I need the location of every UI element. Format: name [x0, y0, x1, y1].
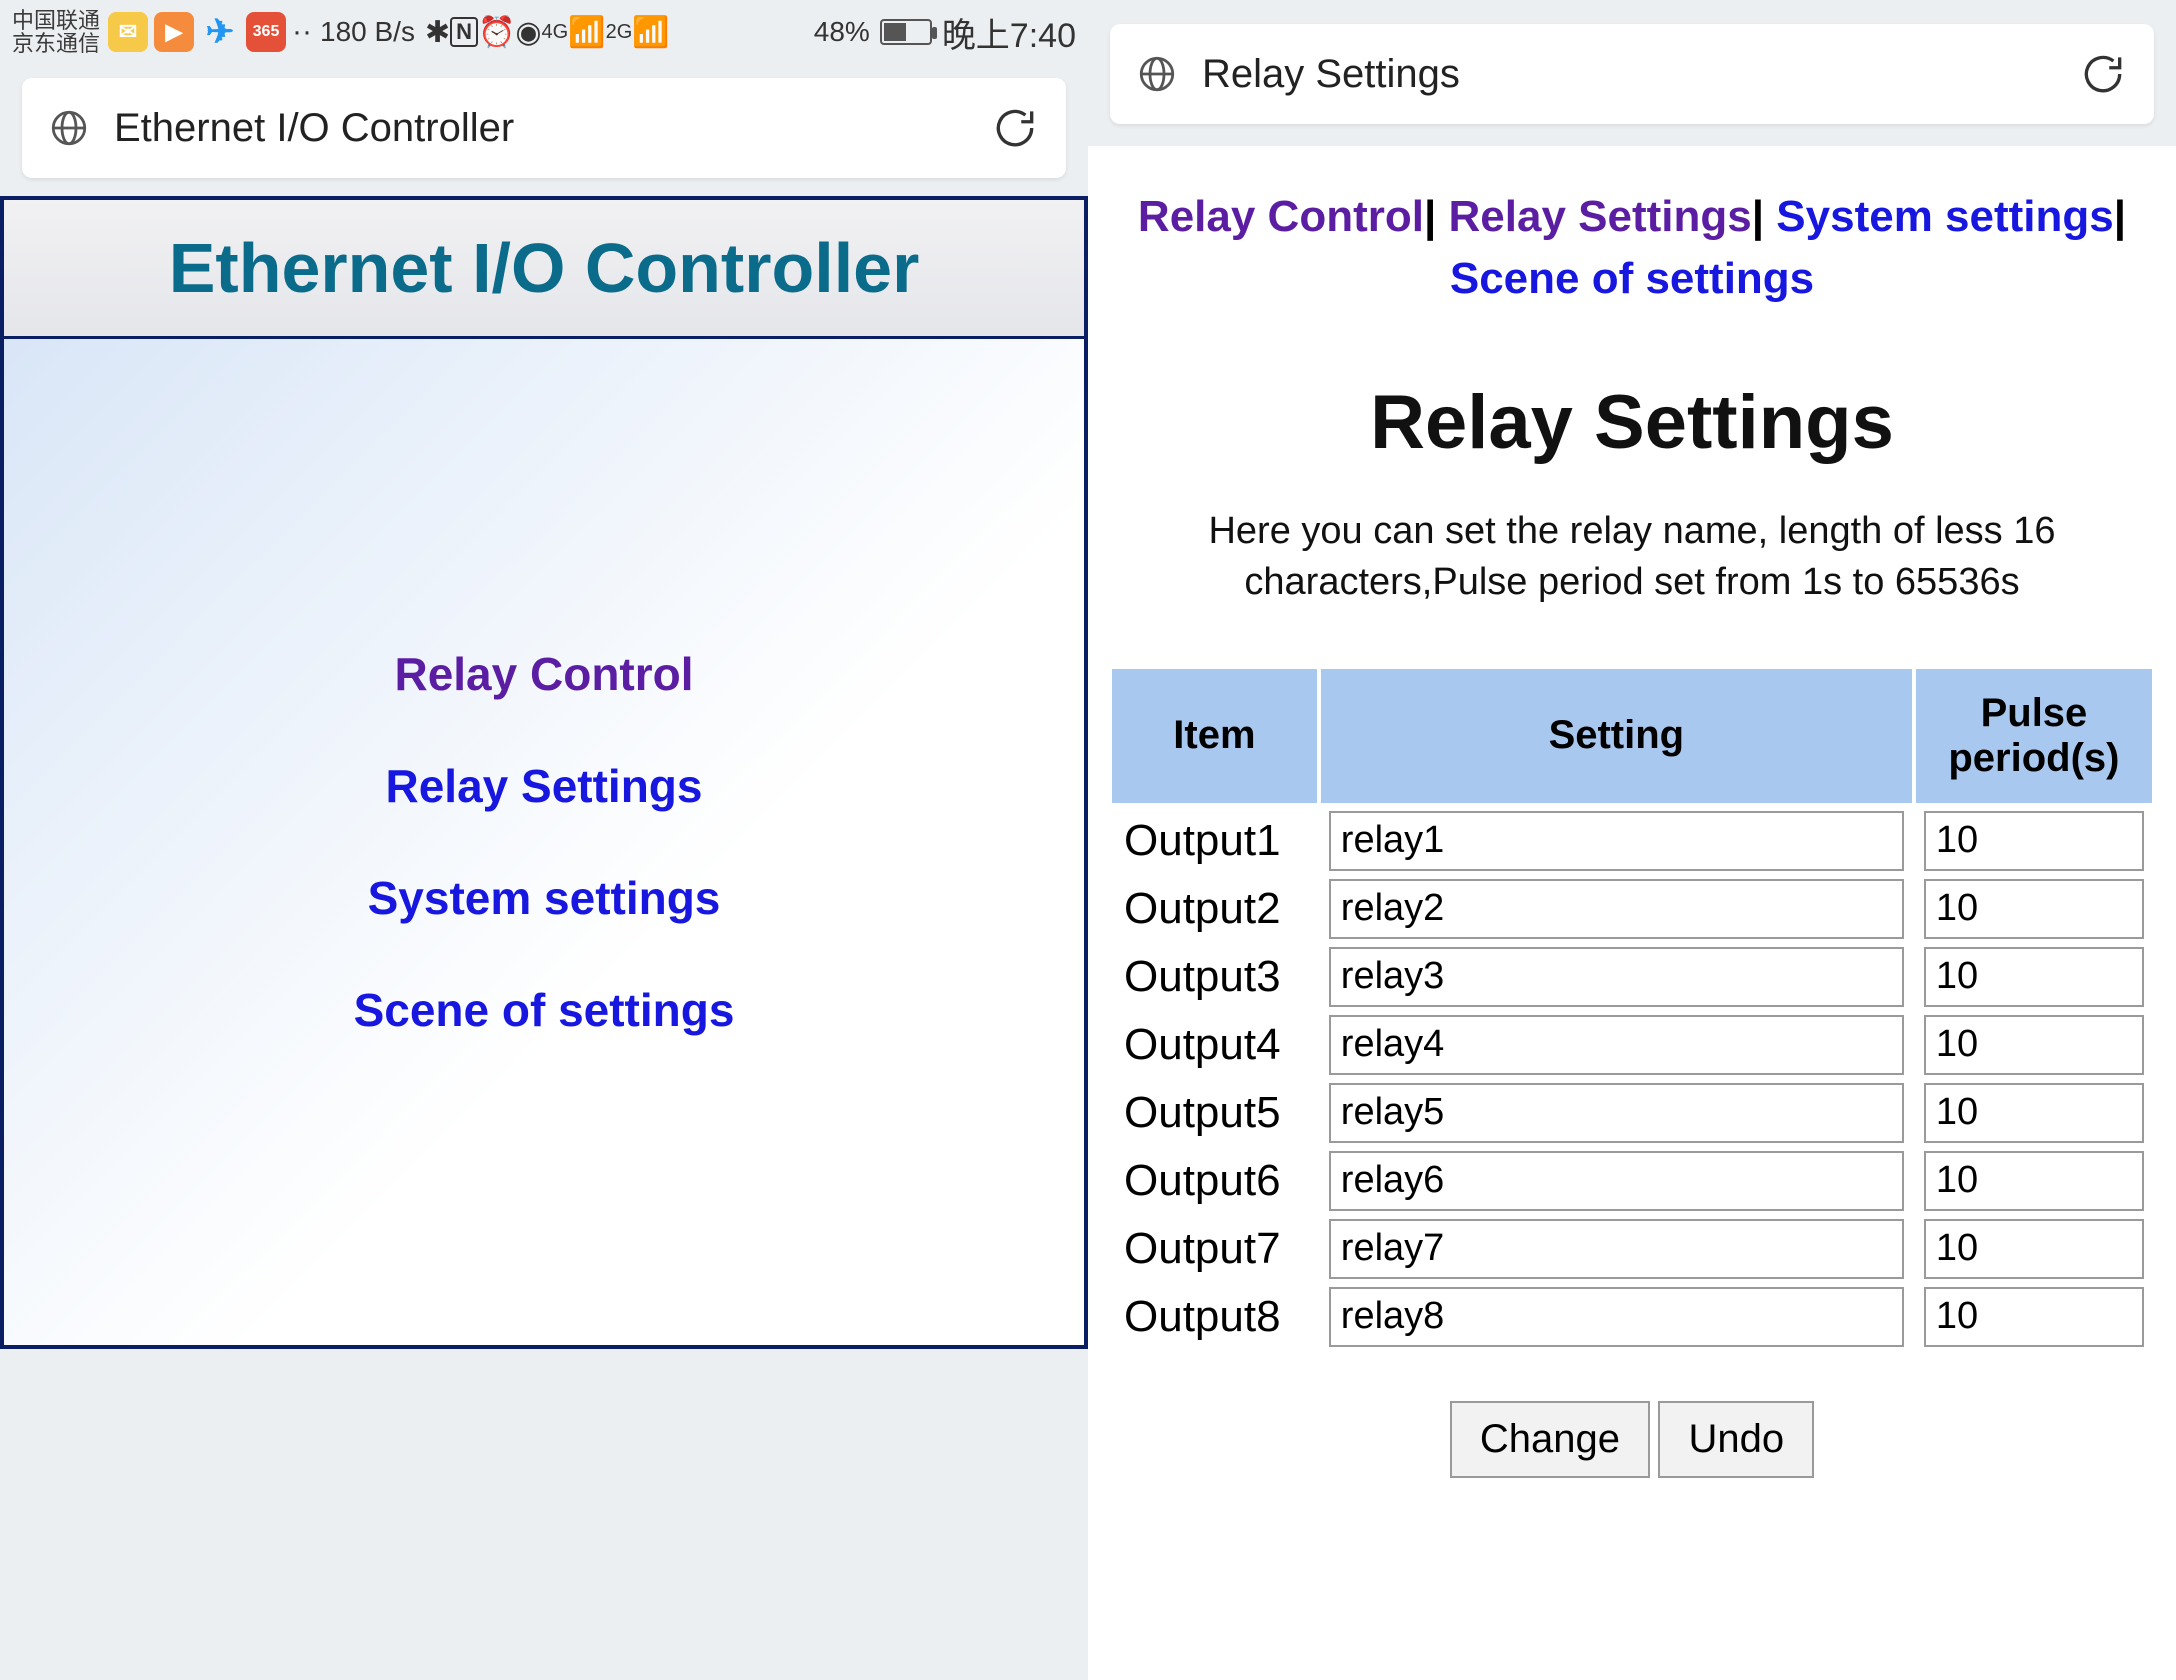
row-item: Output6: [1110, 1147, 1319, 1215]
relay-name-input[interactable]: [1329, 879, 1904, 939]
page-heading: Relay Settings: [1088, 379, 2176, 466]
battery-pct: 48%: [814, 16, 870, 48]
form-buttons: Change Undo: [1088, 1401, 2176, 1478]
net-4g: 4G: [542, 21, 569, 44]
signal-1-icon: 📶: [568, 15, 605, 50]
nav-relay-settings[interactable]: Relay Settings: [386, 759, 703, 813]
crumb-relay-control[interactable]: Relay Control: [1138, 192, 1424, 241]
page-description: Here you can set the relay name, length …: [1088, 506, 2176, 609]
table-row: Output3: [1110, 943, 2154, 1011]
pulse-period-input[interactable]: [1924, 879, 2144, 939]
app-365-icon: 365: [246, 12, 286, 52]
carrier-labels: 中国联通 京东通信: [12, 9, 100, 55]
crumb-system-settings[interactable]: System settings: [1776, 192, 2113, 241]
left-phone: 中国联通 京东通信 ✉ ▶ ✈ 365 ·· 180 B/s ✱ N ⏰ ◉ 4…: [0, 0, 1088, 1680]
address-title-left: Ethernet I/O Controller: [114, 106, 990, 151]
status-bar: 中国联通 京东通信 ✉ ▶ ✈ 365 ·· 180 B/s ✱ N ⏰ ◉ 4…: [0, 0, 1088, 64]
reload-icon[interactable]: [2078, 49, 2128, 99]
crumb-relay-settings[interactable]: Relay Settings: [1449, 192, 1752, 241]
undo-button[interactable]: Undo: [1658, 1401, 1814, 1478]
left-nav-panel: Relay Control Relay Settings System sett…: [0, 339, 1088, 1349]
mail-icon: ✉: [108, 12, 148, 52]
signal-2-icon: 📶: [632, 15, 669, 50]
table-row: Output5: [1110, 1079, 2154, 1147]
relay-name-input[interactable]: [1329, 1219, 1904, 1279]
table-row: Output6: [1110, 1147, 2154, 1215]
left-page: Ethernet I/O Controller Relay Control Re…: [0, 196, 1088, 1366]
crumb-scene-settings[interactable]: Scene of settings: [1450, 254, 1814, 303]
relay-name-input[interactable]: [1329, 1015, 1904, 1075]
carrier-2: 京东通信: [12, 32, 100, 55]
row-item: Output2: [1110, 875, 1319, 943]
row-item: Output1: [1110, 805, 1319, 875]
row-item: Output5: [1110, 1079, 1319, 1147]
table-row: Output2: [1110, 875, 2154, 943]
nfc-icon: N: [450, 17, 478, 47]
nav-system-settings[interactable]: System settings: [368, 871, 721, 925]
page-title: Ethernet I/O Controller: [14, 228, 1074, 308]
status-app-icons: ✉ ▶ ✈ 365 ··: [108, 12, 312, 52]
plane-icon: ✈: [200, 12, 240, 52]
table-row: Output8: [1110, 1283, 2154, 1351]
relay-name-input[interactable]: [1329, 1151, 1904, 1211]
table-row: Output1: [1110, 805, 2154, 875]
net-2g: 2G: [606, 21, 633, 44]
pulse-period-input[interactable]: [1924, 811, 2144, 871]
carrier-1: 中国联通: [12, 9, 100, 32]
play-icon: ▶: [154, 12, 194, 52]
more-icon: ··: [292, 15, 312, 49]
left-page-header: Ethernet I/O Controller: [0, 196, 1088, 339]
wifi-icon: ◉: [515, 15, 541, 50]
relay-name-input[interactable]: [1329, 1083, 1904, 1143]
reload-icon[interactable]: [990, 103, 1040, 153]
breadcrumb-nav: Relay Control| Relay Settings| System se…: [1088, 146, 2176, 309]
globe-icon: [1136, 53, 1178, 95]
th-pulse: Pulse period(s): [1914, 667, 2154, 805]
globe-icon: [48, 107, 90, 149]
pulse-period-input[interactable]: [1924, 1083, 2144, 1143]
pulse-period-input[interactable]: [1924, 1287, 2144, 1347]
row-item: Output7: [1110, 1215, 1319, 1283]
row-item: Output3: [1110, 943, 1319, 1011]
address-bar-left[interactable]: Ethernet I/O Controller: [22, 78, 1066, 178]
relay-name-input[interactable]: [1329, 947, 1904, 1007]
relay-name-input[interactable]: [1329, 1287, 1904, 1347]
th-setting: Setting: [1319, 667, 1914, 805]
nav-scene-settings[interactable]: Scene of settings: [354, 983, 735, 1037]
address-title-right: Relay Settings: [1202, 52, 2078, 97]
row-item: Output8: [1110, 1283, 1319, 1351]
battery-icon: [880, 19, 932, 45]
change-button[interactable]: Change: [1450, 1401, 1650, 1478]
pulse-period-input[interactable]: [1924, 947, 2144, 1007]
pulse-period-input[interactable]: [1924, 1015, 2144, 1075]
nav-relay-control[interactable]: Relay Control: [394, 647, 693, 701]
bluetooth-icon: ✱: [425, 15, 450, 50]
th-item: Item: [1110, 667, 1319, 805]
relay-table: Item Setting Pulse period(s) Output1Outp…: [1108, 665, 2156, 1351]
table-row: Output4: [1110, 1011, 2154, 1079]
address-bar-right[interactable]: Relay Settings: [1110, 24, 2154, 124]
row-item: Output4: [1110, 1011, 1319, 1079]
table-row: Output7: [1110, 1215, 2154, 1283]
alarm-icon: ⏰: [478, 15, 515, 50]
pulse-period-input[interactable]: [1924, 1219, 2144, 1279]
clock: 晚上7:40: [942, 8, 1076, 57]
net-rate: 180 B/s: [320, 16, 415, 48]
relay-name-input[interactable]: [1329, 811, 1904, 871]
right-phone: Relay Settings Relay Control| Relay Sett…: [1088, 0, 2176, 1680]
pulse-period-input[interactable]: [1924, 1151, 2144, 1211]
